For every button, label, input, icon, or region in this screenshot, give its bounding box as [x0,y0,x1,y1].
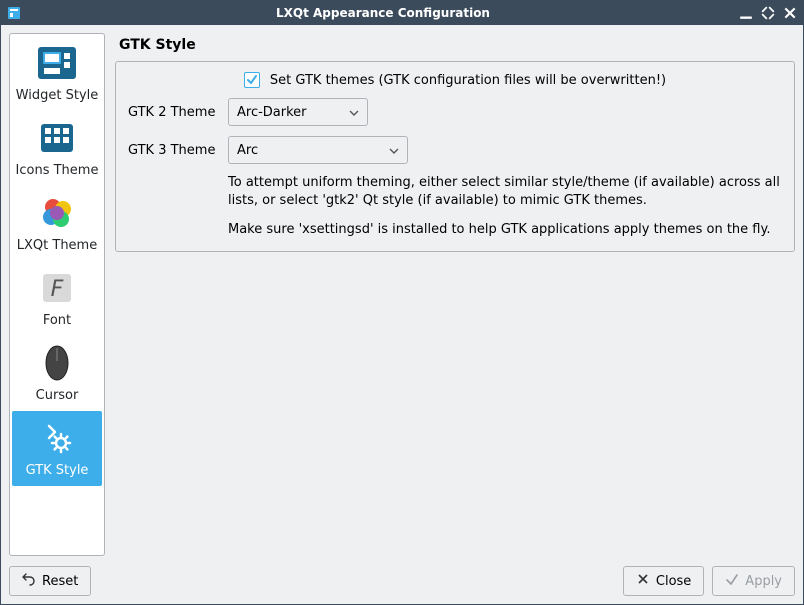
close-icon [636,572,650,590]
apply-button[interactable]: Apply [712,566,795,596]
gtk2-label: GTK 2 Theme [128,105,218,120]
set-gtk-checkbox[interactable] [244,72,260,88]
sidebar-item-widget-style[interactable]: Widget Style [12,36,102,111]
widget-style-icon [33,42,81,84]
reset-label: Reset [42,574,78,589]
section-title: GTK Style [115,33,795,61]
main-pane: GTK Style Set GTK themes (GTK configurat… [115,33,795,556]
gtk2-row: GTK 2 Theme Arc-Darker [128,98,782,126]
dialog-button-row: Reset Close Apply [9,562,795,596]
sidebar-item-label: Icons Theme [16,163,99,178]
svg-text:F: F [51,277,64,302]
window-title: LXQt Appearance Configuration [27,6,739,20]
sidebar-item-label: Cursor [36,388,79,403]
info-paragraph-1: To attempt uniform theming, either selec… [228,174,782,209]
sidebar-item-label: Widget Style [16,88,99,103]
titlebar[interactable]: LXQt Appearance Configuration [1,1,803,25]
close-label: Close [656,574,691,589]
gtk-style-icon [33,417,81,459]
cursor-icon [33,342,81,384]
client-area: Widget Style Icons Theme LXQt Theme [1,25,803,604]
font-icon: F [33,267,81,309]
sidebar-item-label: LXQt Theme [17,238,97,253]
sidebar-item-gtk-style[interactable]: GTK Style [12,411,102,486]
app-window: LXQt Appearance Configuration Widget Sty… [0,0,804,605]
window-controls [739,6,797,20]
gtk3-theme-value: Arc [237,143,258,158]
lxqt-theme-icon [33,192,81,234]
undo-icon [22,572,36,590]
check-icon [725,572,739,590]
set-gtk-row: Set GTK themes (GTK configuration files … [128,72,782,88]
info-paragraph-2: Make sure 'xsettingsd' is installed to h… [228,221,782,239]
sidebar-item-icons-theme[interactable]: Icons Theme [12,111,102,186]
sidebar-item-label: GTK Style [26,463,89,478]
icons-theme-icon [33,117,81,159]
sidebar-item-font[interactable]: F Font [12,261,102,336]
gtk2-theme-value: Arc-Darker [237,105,307,120]
sidebar-item-lxqt-theme[interactable]: LXQt Theme [12,186,102,261]
gtk3-row: GTK 3 Theme Arc [128,136,782,164]
close-window-button[interactable] [783,6,797,20]
minimize-button[interactable] [739,6,753,20]
reset-button[interactable]: Reset [9,566,91,596]
gtk2-theme-select[interactable]: Arc-Darker [228,98,368,126]
gtk3-theme-select[interactable]: Arc [228,136,408,164]
maximize-button[interactable] [761,6,775,20]
close-button[interactable]: Close [623,566,704,596]
apply-label: Apply [745,574,782,589]
info-text: To attempt uniform theming, either selec… [228,174,782,239]
chevron-down-icon [389,143,399,158]
category-sidebar[interactable]: Widget Style Icons Theme LXQt Theme [9,33,105,556]
sidebar-item-label: Font [43,313,71,328]
gtk3-label: GTK 3 Theme [128,143,218,158]
chevron-down-icon [349,105,359,120]
set-gtk-label[interactable]: Set GTK themes (GTK configuration files … [270,73,666,88]
sidebar-item-cursor[interactable]: Cursor [12,336,102,411]
settings-panel: Set GTK themes (GTK configuration files … [115,61,795,252]
app-icon [7,6,21,20]
